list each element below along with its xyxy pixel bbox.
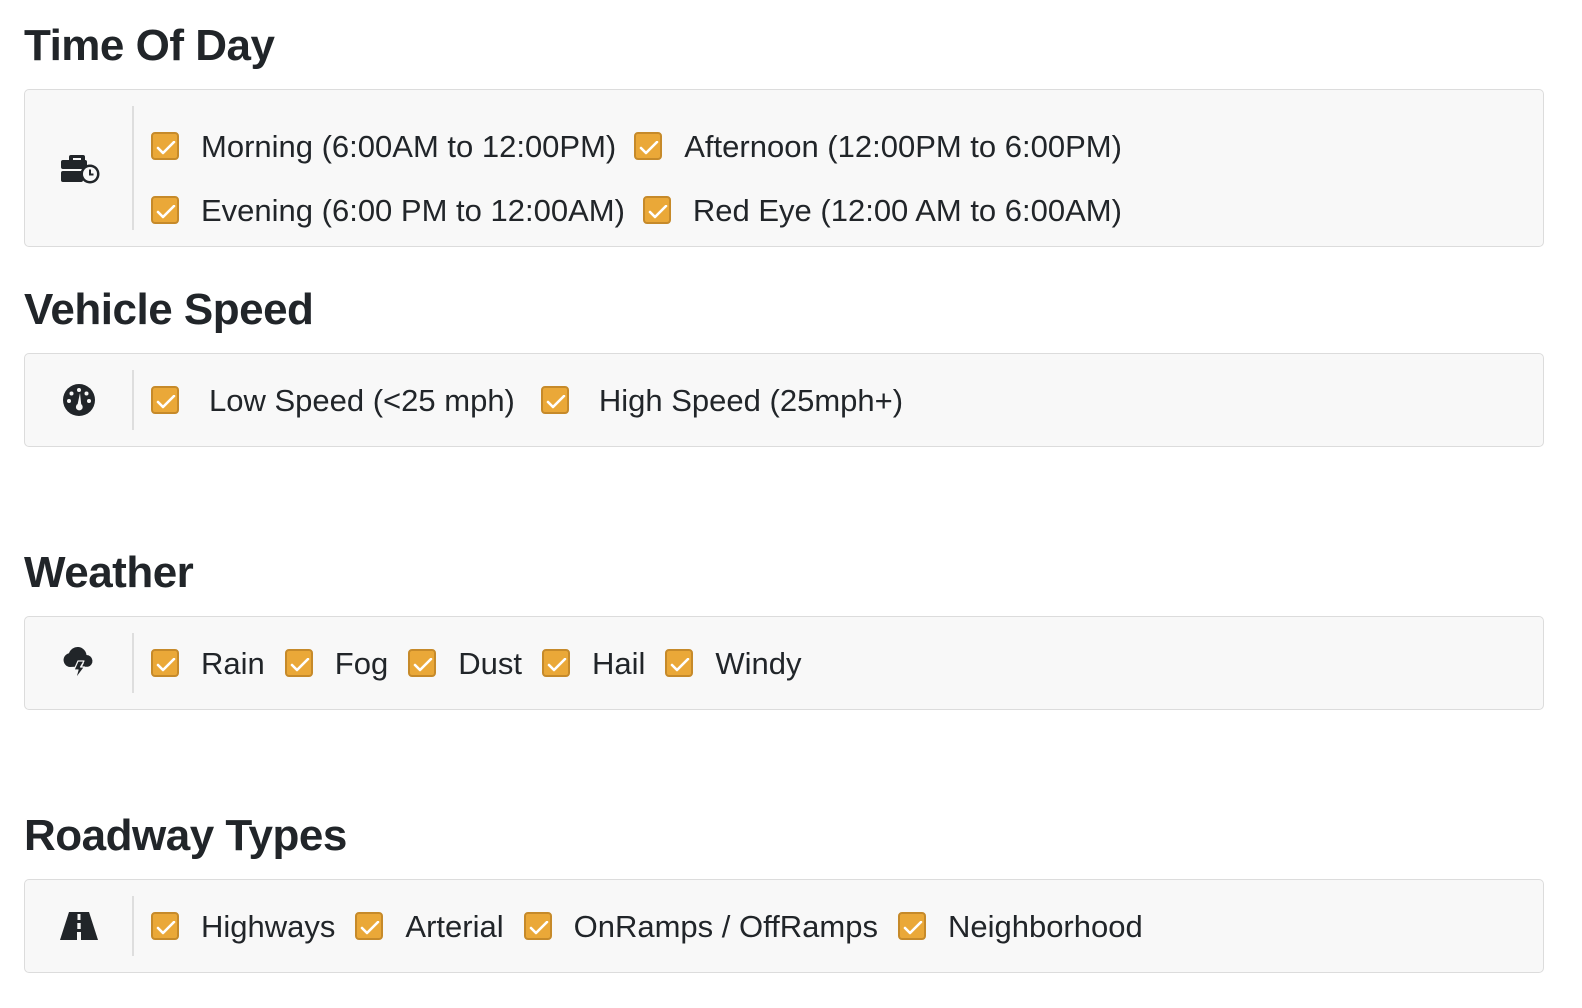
weather-panel: Rain Fog Dust Hail Windy	[24, 616, 1544, 710]
option-evening[interactable]: Evening (6:00 PM to 12:00AM)	[151, 195, 625, 226]
vehicle-speed-icon-cell	[25, 354, 133, 446]
option-low-speed[interactable]: Low Speed (<25 mph)	[151, 385, 515, 416]
options-row: Rain Fog Dust Hail Windy	[151, 643, 1533, 683]
checkbox-highways[interactable]	[151, 912, 179, 940]
checkbox-neighborhood[interactable]	[897, 912, 926, 940]
option-morning[interactable]: Morning (6:00AM to 12:00PM)	[151, 131, 616, 162]
option-label: Fog	[334, 645, 389, 681]
checkbox-afternoon[interactable]	[634, 132, 663, 160]
options-row: Highways Arterial OnRamps / OffRamps Nei…	[151, 906, 1533, 946]
panel-divider	[132, 370, 134, 430]
checkbox-hail[interactable]	[541, 649, 570, 677]
roadway-types-icon-cell	[25, 880, 133, 972]
vehicle-speed-options: Low Speed (<25 mph) High Speed (25mph+)	[151, 380, 1533, 420]
section-title-weather: Weather	[24, 548, 194, 597]
vehicle-speed-panel: Low Speed (<25 mph) High Speed (25mph+)	[24, 353, 1544, 447]
option-high-speed[interactable]: High Speed (25mph+)	[540, 382, 904, 418]
option-label: Windy	[715, 645, 802, 681]
checkbox-dust[interactable]	[408, 649, 437, 677]
option-dust[interactable]: Dust	[408, 648, 522, 679]
tachometer-icon	[62, 383, 96, 417]
road-icon	[60, 911, 98, 941]
option-label: Neighborhood	[947, 908, 1143, 944]
option-label: Dust	[458, 645, 522, 681]
checkbox-low-speed[interactable]	[151, 386, 179, 414]
option-label: Highways	[201, 908, 336, 944]
options-row: Low Speed (<25 mph) High Speed (25mph+)	[151, 380, 1533, 420]
section-title-roadway-types: Roadway Types	[24, 811, 347, 860]
option-highways[interactable]: Highways	[151, 911, 335, 942]
option-label: Afternoon (12:00PM to 6:00PM)	[684, 128, 1122, 164]
time-of-day-panel: Morning (6:00AM to 12:00PM) Afternoon (1…	[24, 89, 1544, 247]
time-of-day-options: Morning (6:00AM to 12:00PM) Afternoon (1…	[151, 126, 1533, 230]
weather-icon-cell	[25, 617, 133, 709]
business-time-icon	[57, 151, 101, 185]
options-row: Evening (6:00 PM to 12:00AM) Red Eye (12…	[151, 190, 1533, 230]
option-fog[interactable]: Fog	[284, 645, 389, 681]
roadway-types-panel: Highways Arterial OnRamps / OffRamps Nei…	[24, 879, 1544, 973]
weather-options: Rain Fog Dust Hail Windy	[151, 643, 1533, 683]
option-label: Low Speed (<25 mph)	[209, 382, 515, 418]
option-neighborhood[interactable]: Neighborhood	[897, 908, 1143, 944]
option-onramps-offramps[interactable]: OnRamps / OffRamps	[523, 908, 878, 944]
option-rain[interactable]: Rain	[151, 648, 265, 679]
option-label: Rain	[201, 645, 265, 681]
section-title-time-of-day: Time Of Day	[24, 21, 275, 70]
checkbox-fog[interactable]	[284, 649, 313, 677]
panel-divider	[132, 106, 134, 230]
option-label: Hail	[591, 645, 646, 681]
option-red-eye[interactable]: Red Eye (12:00 AM to 6:00AM)	[642, 192, 1122, 228]
checkbox-red-eye[interactable]	[642, 196, 671, 224]
checkbox-evening[interactable]	[151, 196, 179, 224]
cloud-bolt-icon	[61, 645, 97, 681]
panel-divider	[132, 633, 134, 693]
option-label: Morning (6:00AM to 12:00PM)	[201, 128, 617, 164]
option-hail[interactable]: Hail	[541, 645, 646, 681]
roadway-types-options: Highways Arterial OnRamps / OffRamps Nei…	[151, 906, 1533, 946]
option-arterial[interactable]: Arterial	[355, 908, 504, 944]
option-label: Arterial	[405, 908, 504, 944]
section-title-vehicle-speed: Vehicle Speed	[24, 285, 314, 334]
option-label: High Speed (25mph+)	[598, 382, 904, 418]
checkbox-morning[interactable]	[151, 132, 179, 160]
options-row: Morning (6:00AM to 12:00PM) Afternoon (1…	[151, 126, 1533, 166]
checkbox-onramps-offramps[interactable]	[523, 912, 552, 940]
filter-page: Time Of Day Morning (6:00AM to 12:00PM)	[0, 0, 1582, 1008]
checkbox-high-speed[interactable]	[540, 386, 569, 414]
time-of-day-icon-cell	[25, 90, 133, 246]
checkbox-rain[interactable]	[151, 649, 179, 677]
option-windy[interactable]: Windy	[665, 648, 801, 679]
option-label: OnRamps / OffRamps	[573, 908, 878, 944]
checkbox-arterial[interactable]	[355, 912, 384, 940]
option-afternoon[interactable]: Afternoon (12:00PM to 6:00PM)	[634, 131, 1122, 162]
panel-divider	[132, 896, 134, 956]
option-label: Evening (6:00 PM to 12:00AM)	[201, 192, 625, 228]
option-label: Red Eye (12:00 AM to 6:00AM)	[692, 192, 1122, 228]
checkbox-windy[interactable]	[665, 649, 694, 677]
